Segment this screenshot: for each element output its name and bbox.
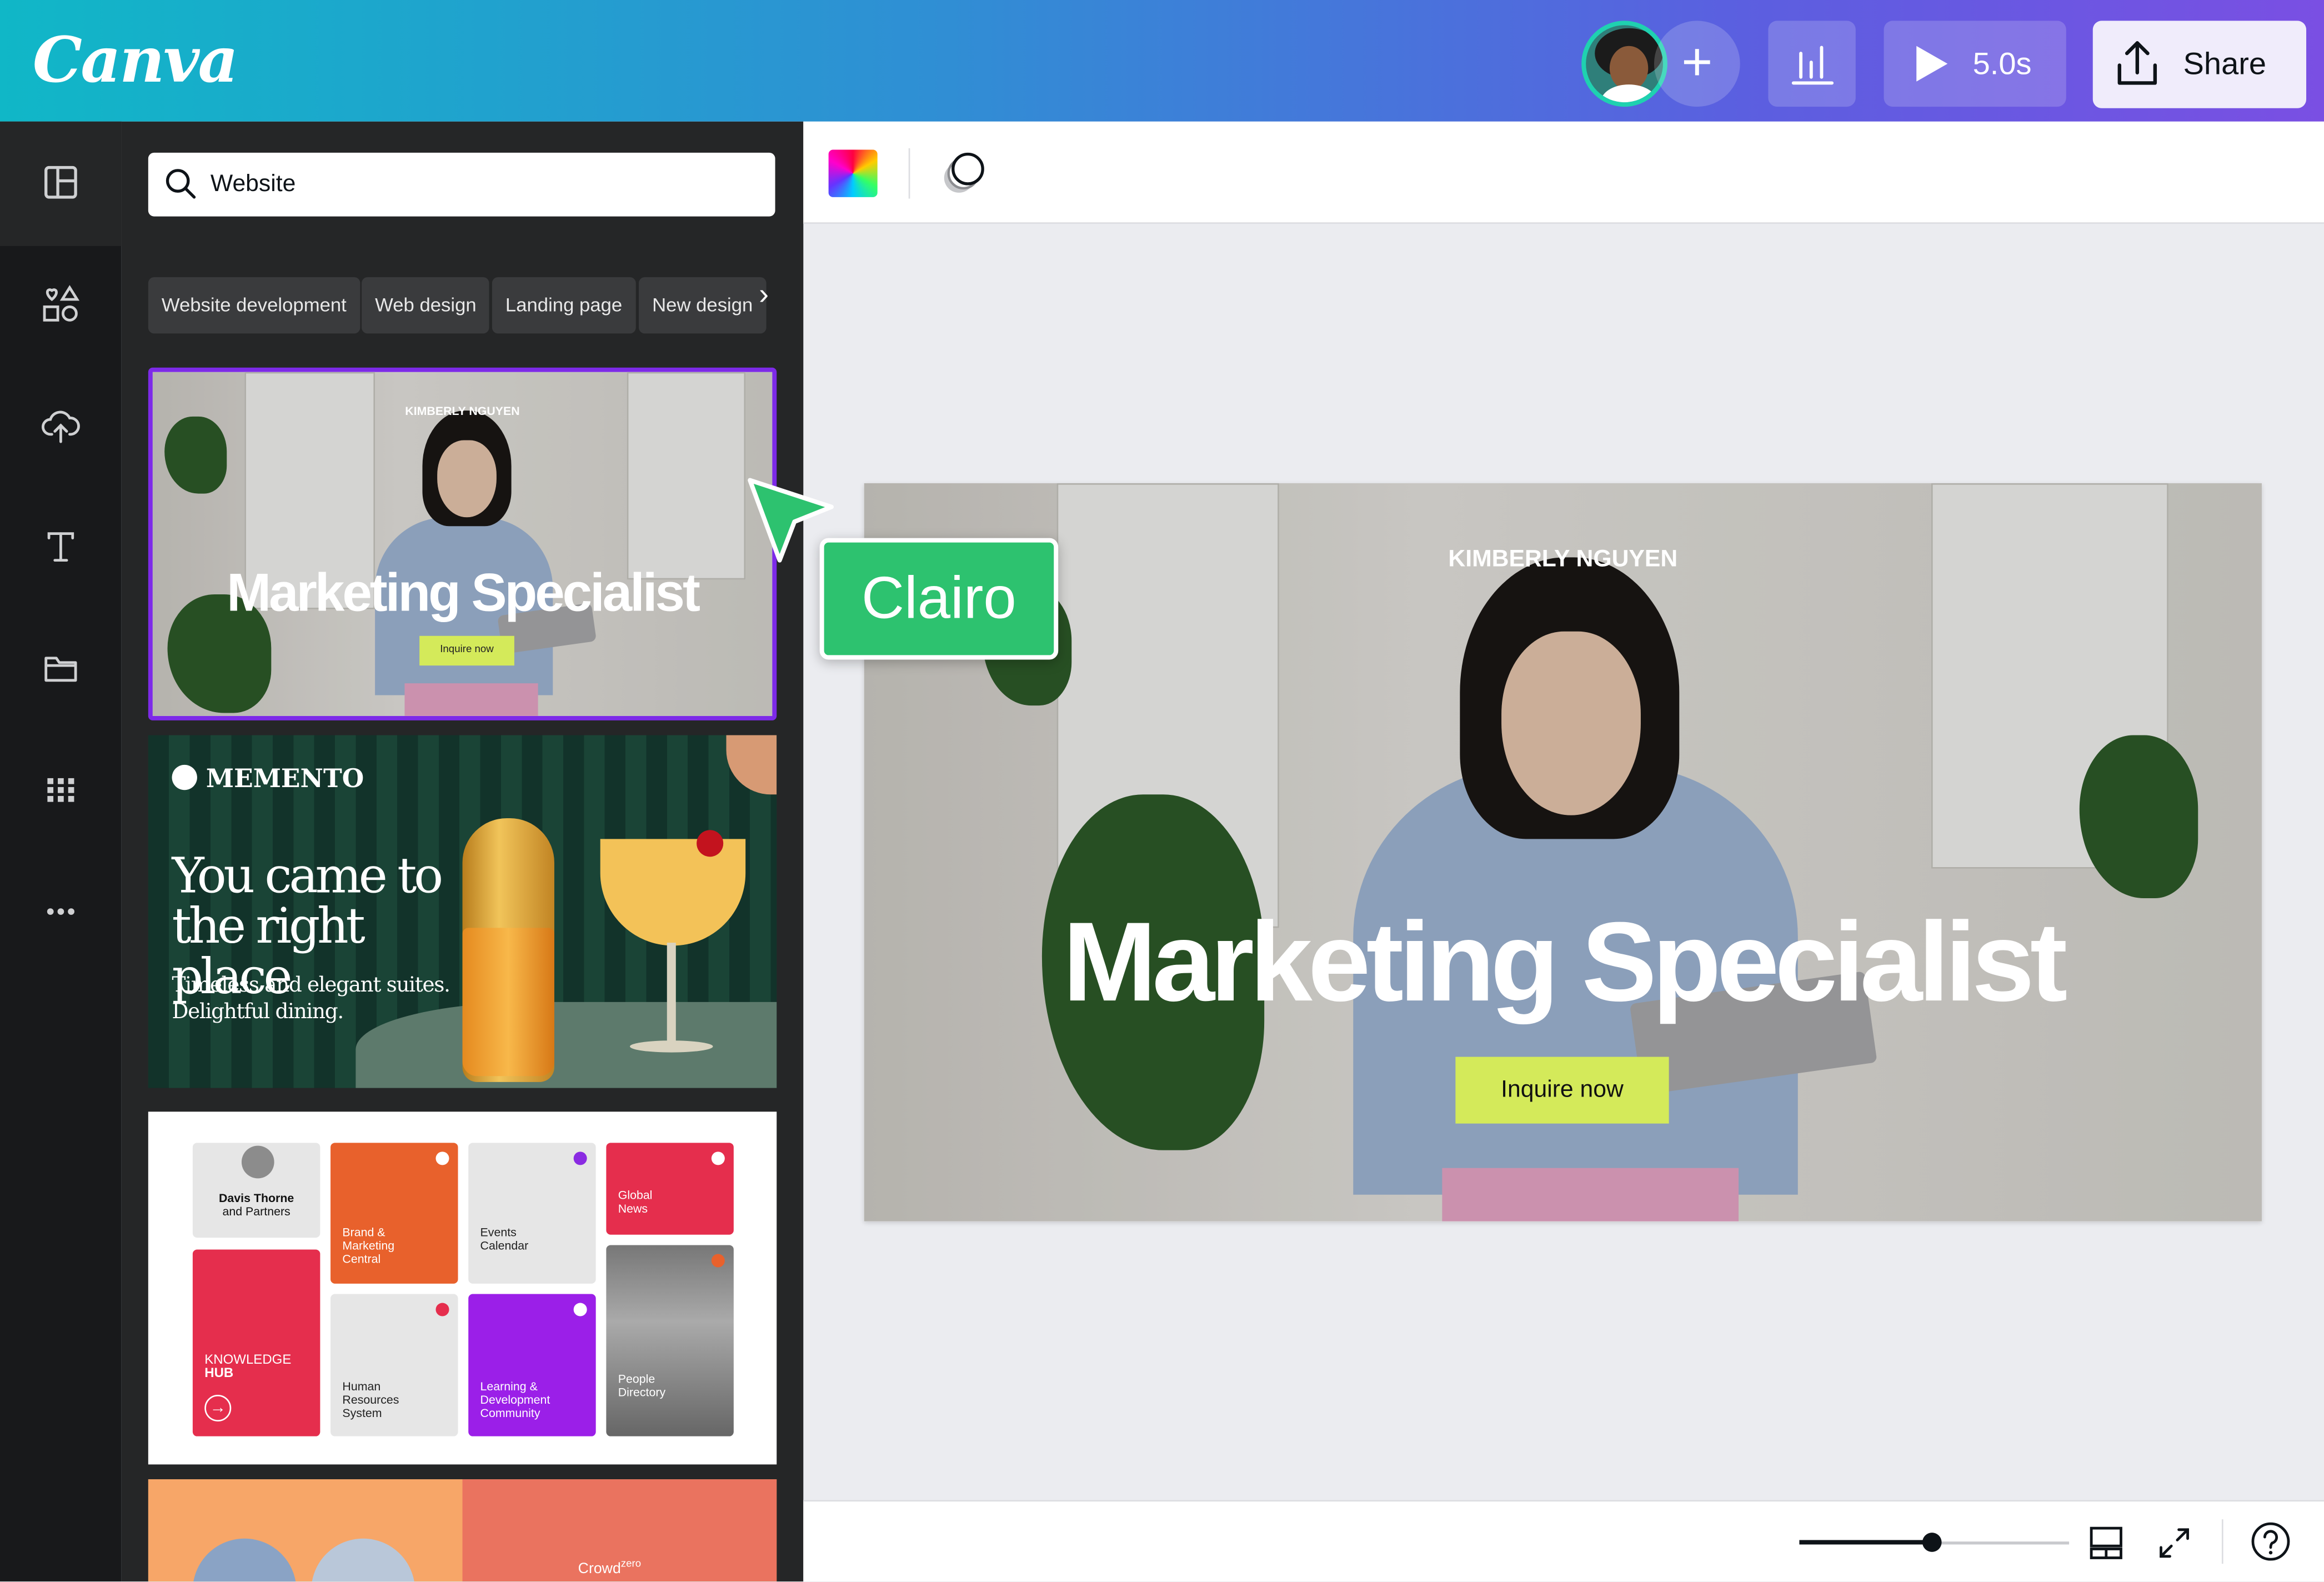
fullscreen-icon[interactable] (2155, 1524, 2193, 1562)
cloud-upload-icon (41, 410, 80, 443)
add-collaborator-button[interactable]: + (1654, 21, 1740, 107)
tile-global-news: Global News (606, 1143, 734, 1235)
plus-icon (435, 1152, 449, 1165)
tile-knowledge-hub: KNOWLEDGE HUB → (192, 1249, 320, 1436)
object-panel-rail (0, 121, 122, 1582)
tile-events-calendar: Events Calendar (468, 1143, 596, 1284)
plus-icon (573, 1152, 587, 1165)
template-title: Marketing Specialist (227, 562, 700, 623)
arrow-right-icon: → (204, 1394, 232, 1421)
chip-website-development[interactable]: Website development (148, 277, 360, 334)
template-card-memento[interactable]: MEMENTO You came to the right place Timel… (148, 735, 777, 1088)
color-picker-icon[interactable] (828, 149, 878, 197)
share-upload-icon (2117, 41, 2157, 85)
template-card-marketing-specialist[interactable]: KIMBERLY NGUYEN Marketing Specialist Inq… (148, 367, 777, 720)
page-layout-icon[interactable] (2087, 1524, 2125, 1562)
rail-item-apps[interactable] (42, 771, 80, 809)
template-card-intranet[interactable]: Davis Thorne and Partners Brand & Market… (148, 1112, 777, 1465)
share-label: Share (2183, 47, 2267, 82)
plus-icon (435, 1303, 449, 1316)
canva-editor: Canva + 5.0s Share Website Website devel… (0, 0, 2324, 1582)
play-button[interactable]: 5.0s (1884, 21, 2066, 107)
layout-icon (44, 166, 77, 199)
memento-logo: MEMENTO (172, 764, 364, 794)
suggestion-chips: Website development Web design Landing p… (148, 277, 785, 334)
editor-toolbar (803, 121, 2324, 224)
profile-tile: Davis Thorne and Partners (192, 1143, 320, 1238)
design-canvas[interactable]: KIMBERLY NGUYEN Marketing Specialist Inq… (864, 483, 2262, 1221)
plus-icon: + (1681, 31, 1713, 92)
transparency-icon[interactable] (938, 148, 989, 199)
collaborator-name-tag: Clairo (819, 538, 1059, 660)
chip-web-design[interactable]: Web design (362, 277, 490, 334)
tile-brand-marketing: Brand & Marketing Central (330, 1143, 458, 1284)
search-input[interactable] (210, 152, 759, 217)
plus-icon (573, 1303, 587, 1316)
top-bar: Canva + 5.0s Share (0, 0, 2324, 122)
folder-icon (44, 657, 77, 682)
grid-icon (47, 778, 74, 802)
play-icon (1916, 46, 1948, 82)
share-button[interactable]: Share (2092, 21, 2307, 108)
search-box[interactable] (148, 152, 775, 217)
tile-human-resources: Human Resources System (330, 1294, 458, 1436)
bar-chart-icon (1791, 46, 1834, 85)
rail-item-uploads[interactable] (41, 406, 80, 444)
tile-people-directory: People Directory (606, 1245, 734, 1436)
text-icon (47, 532, 74, 562)
rail-item-more[interactable] (42, 892, 80, 930)
chip-landing-page[interactable]: Landing page (492, 277, 636, 334)
rail-item-projects[interactable] (42, 649, 80, 688)
crowdzero-logo: Crowdzero (578, 1559, 642, 1578)
template-cta: Inquire now (419, 635, 514, 666)
rail-item-elements[interactable] (42, 284, 80, 323)
chips-next-chevron-icon[interactable]: › (759, 279, 769, 313)
zoom-slider-fill (1799, 1540, 1932, 1545)
bottom-bar (803, 1500, 2324, 1582)
canvas-person-name[interactable]: KIMBERLY NGUYEN (864, 547, 2262, 574)
plus-icon (711, 1254, 725, 1268)
template-card-crowdzero[interactable]: Crowdzero (148, 1479, 777, 1582)
zoom-slider-handle[interactable] (1922, 1533, 1941, 1552)
canvas-title[interactable]: Marketing Specialist (864, 898, 2262, 1027)
canva-logo[interactable]: Canva (33, 24, 238, 97)
rail-item-text[interactable] (42, 528, 80, 566)
play-duration: 5.0s (1972, 47, 2032, 82)
memento-logo-icon (172, 764, 197, 790)
shapes-icon (43, 285, 80, 322)
rail-item-templates[interactable] (42, 163, 80, 202)
plus-icon (711, 1152, 725, 1165)
canvas-inquire-button[interactable]: Inquire now (1455, 1057, 1669, 1124)
tile-learning-development: Learning & Development Community (468, 1294, 596, 1436)
chip-new-design[interactable]: New design (639, 277, 767, 334)
search-icon (166, 169, 196, 199)
memento-subtext: Timeless and elegant suites. Delightful d… (172, 974, 450, 1024)
help-icon[interactable] (2250, 1521, 2292, 1563)
avatar (241, 1145, 274, 1179)
more-icon (47, 908, 74, 915)
templates-panel: Website development Web design Landing p… (121, 121, 804, 1582)
insights-button[interactable] (1768, 21, 1856, 107)
template-person-name: KIMBERLY NGUYEN (405, 404, 520, 418)
